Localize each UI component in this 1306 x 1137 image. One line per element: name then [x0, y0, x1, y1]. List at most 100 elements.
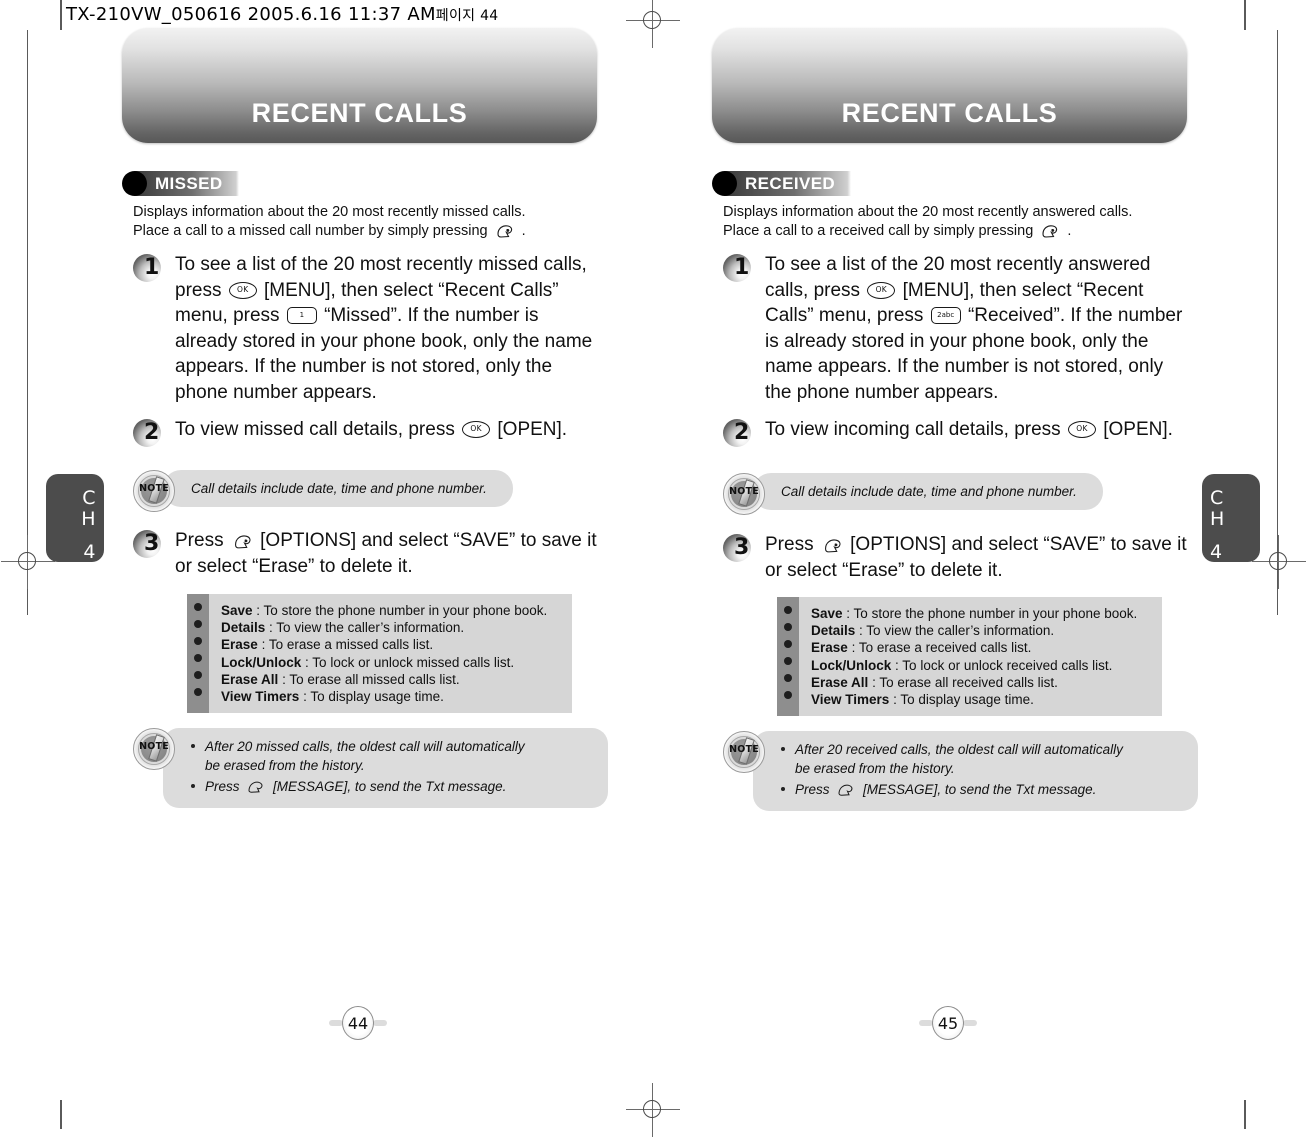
ok-key-icon: OK: [228, 281, 257, 299]
note-callout-small: NOTE Call details include date, time and…: [133, 470, 608, 512]
note-text: Call details include date, time and phon…: [163, 470, 513, 507]
registration-mark-left-center: [1, 535, 55, 589]
step-1: 1 To see a list of the 20 most recently …: [133, 252, 603, 405]
option-row: View Timers : To display usage time.: [221, 688, 547, 705]
step-text: To view incoming call details, press OK …: [765, 417, 1173, 443]
option-term: View Timers: [811, 692, 890, 708]
step-text-a: Press: [765, 534, 814, 555]
note-icon-label: NOTE: [139, 483, 169, 494]
option-desc: : To erase a missed calls list.: [261, 637, 434, 653]
section-intro: Displays information about the 20 most r…: [723, 203, 1193, 241]
page-number-badge: 45: [919, 1006, 977, 1040]
step-1: 1 To see a list of the 20 most recently …: [723, 252, 1193, 405]
step-number: 1: [734, 255, 750, 280]
option-desc: : To display usage time.: [303, 689, 444, 705]
options-bullet: [784, 657, 792, 665]
option-row: View Timers : To display usage time.: [811, 691, 1137, 708]
message-key-icon: [836, 782, 856, 798]
options-bullet: [194, 603, 202, 611]
intro-line-2-period: .: [1067, 223, 1072, 239]
page-number-text: 45: [932, 1006, 964, 1040]
note-item-post: [MESSAGE], to send the Txt message.: [863, 782, 1097, 797]
note-text: After 20 missed calls, the oldest call w…: [163, 728, 608, 808]
step-bullet: 1: [133, 252, 167, 284]
option-term: Erase: [811, 640, 848, 656]
note-item-line2: be erased from the history.: [205, 758, 365, 773]
reg-ring: [18, 552, 36, 570]
options-bullet: [194, 637, 202, 645]
note-icon-label: NOTE: [139, 741, 169, 752]
intro-line-2-text: Place a call to a received call by simpl…: [723, 223, 1034, 239]
option-term: Lock/Unlock: [811, 657, 892, 673]
note-text: Call details include date, time and phon…: [753, 473, 1103, 510]
option-row: Details : To view the caller’s informati…: [221, 619, 547, 636]
page-number-wing-right: [963, 1020, 977, 1026]
note-icon: NOTE: [133, 470, 175, 512]
step-text-b: [OPEN].: [497, 419, 568, 440]
note-item-pre: Press: [795, 782, 830, 797]
options-bullet: [784, 623, 792, 631]
message-key-icon: [246, 779, 266, 795]
intro-line-1: Displays information about the 20 most r…: [133, 204, 526, 220]
note-item-line1: After 20 missed calls, the oldest call w…: [205, 739, 525, 754]
step-number: 2: [144, 420, 160, 445]
option-row: Lock/Unlock : To lock or unlock received…: [811, 657, 1137, 674]
section-tag-missed: MISSED: [122, 170, 239, 196]
chapter-tab-right: C H 4: [1202, 474, 1260, 563]
option-desc: : To erase a received calls list.: [851, 640, 1032, 656]
options-bullet: [784, 691, 792, 699]
step-text: To view missed call details, press OK [O…: [175, 417, 567, 443]
ok-key-icon: OK: [462, 421, 491, 439]
section-dot-icon: [122, 170, 147, 196]
step-number: 3: [144, 531, 160, 556]
note-callout-bottom: NOTE After 20 missed calls, the oldest c…: [133, 728, 608, 808]
note-icon: NOTE: [133, 728, 175, 770]
note-bullet-list: After 20 missed calls, the oldest call w…: [189, 737, 588, 796]
option-desc: : To lock or unlock missed calls list.: [305, 654, 515, 670]
note-icon-label: NOTE: [729, 486, 759, 497]
ok-key-icon: OK: [867, 281, 896, 299]
step-bullet: 3: [133, 528, 167, 560]
step-number: 3: [734, 535, 750, 560]
options-list-box: Save : To store the phone number in your…: [777, 597, 1162, 717]
options-bullet: [784, 606, 792, 614]
options-bullet: [194, 671, 202, 679]
number-key-1-icon: 1: [286, 307, 317, 325]
option-term: Erase: [221, 637, 258, 653]
crop-line-left-bottom: [60, 1100, 62, 1129]
page-number-wing-right: [373, 1020, 387, 1026]
note-icon: NOTE: [723, 731, 765, 773]
note-item-post: [MESSAGE], to send the Txt message.: [273, 779, 507, 794]
step-text: To see a list of the 20 most recently mi…: [175, 252, 603, 405]
options-bullet-rail: [777, 597, 799, 717]
option-desc: : To lock or unlock received calls list.: [895, 657, 1113, 673]
step-text: To see a list of the 20 most recently an…: [765, 252, 1193, 405]
option-term: Lock/Unlock: [221, 654, 302, 670]
step-number: 1: [144, 255, 160, 280]
step-2: 2 To view incoming call details, press O…: [723, 417, 1193, 449]
step-3: 3 Press [OPTIONS] and select “SAVE” to s…: [723, 532, 1193, 583]
step-bullet: 1: [723, 252, 757, 284]
step-text-b: [OPEN].: [1103, 419, 1173, 440]
option-desc: : To store the phone number in your phon…: [256, 603, 548, 618]
page-banner: RECENT CALLS: [712, 28, 1187, 143]
options-bullet: [784, 674, 792, 682]
step-bullet: 2: [723, 417, 757, 449]
options-bullet: [784, 640, 792, 648]
step-bullet: 2: [133, 417, 167, 449]
option-row: Lock/Unlock : To lock or unlock missed c…: [221, 654, 547, 671]
section-tag-label: MISSED: [135, 170, 239, 196]
step-text-a: Press: [175, 530, 224, 551]
intro-line-2: Place a call to a received call by simpl…: [723, 222, 1193, 241]
page-number-text: 44: [342, 1006, 374, 1040]
chapter-letter-c: C: [1210, 487, 1224, 509]
step-text: Press [OPTIONS] and select “SAVE” to sav…: [765, 532, 1193, 583]
note-bullet-item: Press [MESSAGE], to send the Txt message…: [779, 780, 1178, 799]
options-bullet: [194, 620, 202, 628]
send-key-icon: [822, 537, 842, 553]
intro-line-1: Displays information about the 20 most r…: [723, 204, 1133, 220]
option-row: Save : To store the phone number in your…: [811, 605, 1137, 622]
option-term: View Timers: [221, 689, 300, 705]
section-intro: Displays information about the 20 most r…: [133, 203, 603, 241]
banner-title: RECENT CALLS: [251, 98, 468, 128]
